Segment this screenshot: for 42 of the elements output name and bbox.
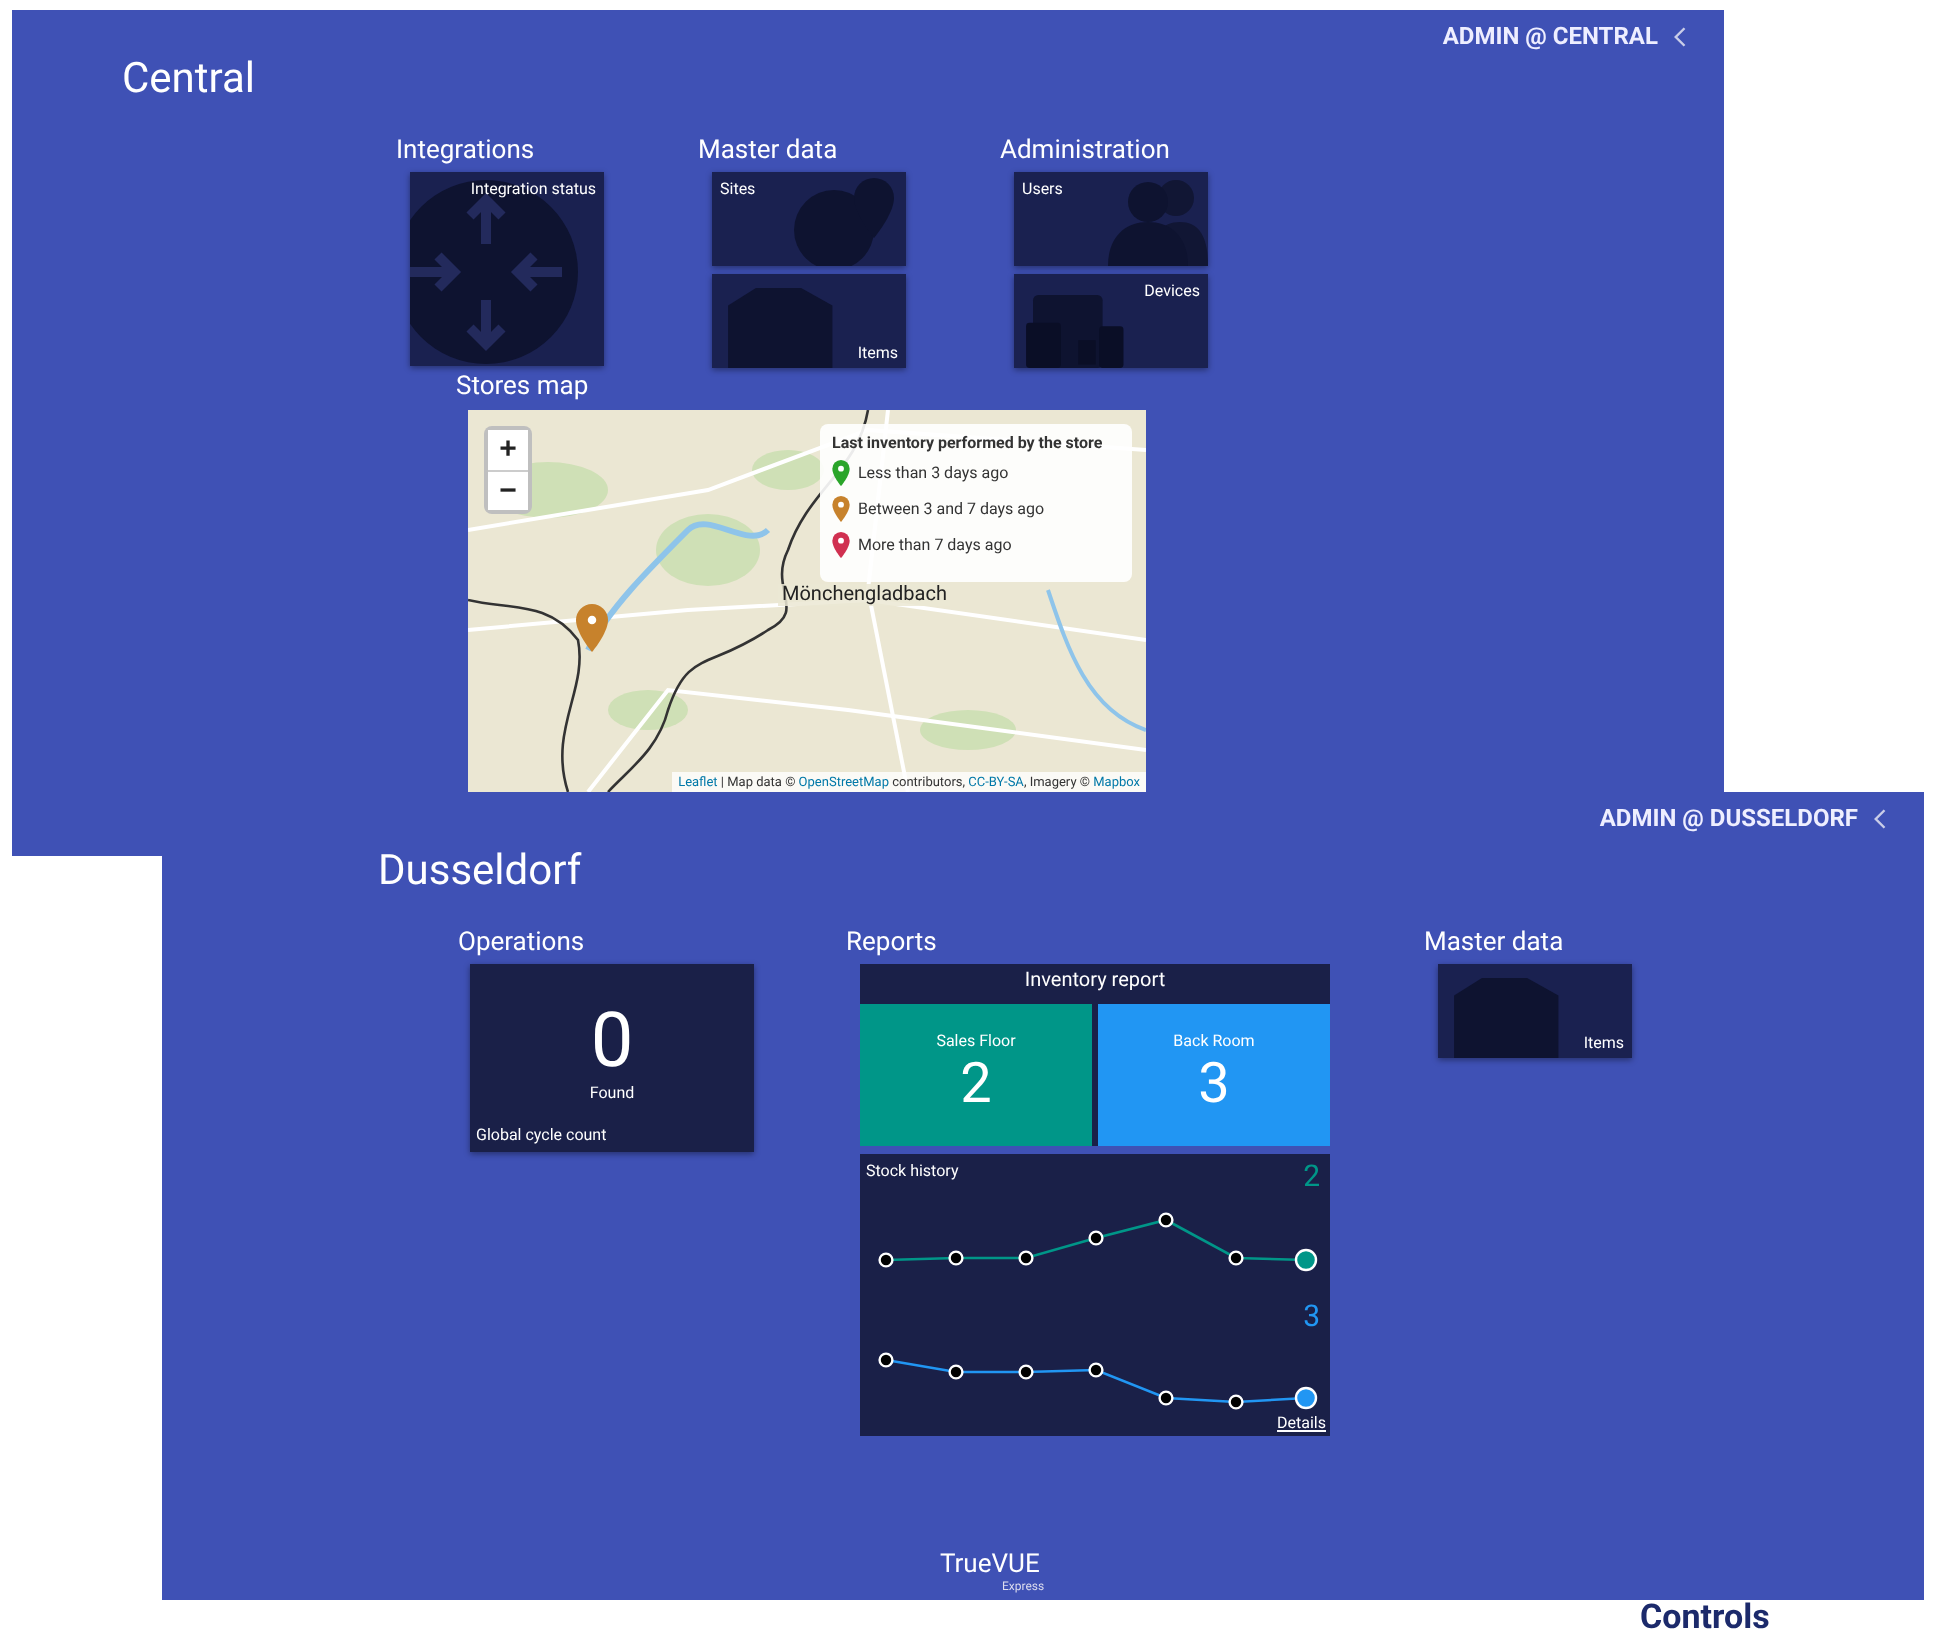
- section-title: Operations: [458, 928, 585, 958]
- card-label: Global cycle count: [476, 1126, 607, 1144]
- section-title: Administration: [1000, 136, 1170, 166]
- cycle-count-card[interactable]: 0 Found Global cycle count: [470, 964, 754, 1152]
- legend-title: Last inventory performed by the store: [832, 434, 1105, 452]
- zoom-out-button[interactable]: −: [488, 470, 528, 510]
- zone-label: Sales Floor: [936, 1032, 1016, 1050]
- series-value: 2: [1303, 1158, 1320, 1194]
- city-label: Mönchengladbach: [778, 584, 951, 606]
- menu-tile[interactable]: Sites: [712, 172, 906, 266]
- section-title: Master data: [698, 136, 838, 166]
- user-label[interactable]: ADMIN @ CENTRAL: [1442, 22, 1658, 50]
- menu-tile[interactable]: Items: [712, 274, 906, 368]
- page-title: Dusseldorf: [376, 848, 584, 896]
- user-label[interactable]: ADMIN @ DUSSELDORF: [1599, 804, 1858, 832]
- integration-status-tile[interactable]: Integration status: [410, 172, 604, 366]
- collapse-chevron-icon[interactable]: [1874, 807, 1888, 829]
- zone-tile[interactable]: Sales Floor 2: [860, 1004, 1092, 1146]
- collapse-chevron-icon[interactable]: [1674, 25, 1688, 47]
- legend-label: More than 7 days ago: [858, 536, 1012, 554]
- map-marker[interactable]: [576, 602, 608, 654]
- brand-name: TrueVUE: [940, 1550, 1040, 1580]
- report-title: Inventory report: [1022, 968, 1168, 996]
- details-link[interactable]: Details: [1277, 1414, 1326, 1432]
- series-value: 3: [1303, 1298, 1320, 1334]
- menu-tile[interactable]: Items: [1438, 964, 1632, 1058]
- legend-label: Between 3 and 7 days ago: [858, 500, 1045, 518]
- logo-text: Controls: [1640, 1598, 1770, 1634]
- zone-count: 2: [960, 1054, 992, 1114]
- section-title: Master data: [1424, 928, 1564, 958]
- count-value: 0: [590, 1004, 634, 1080]
- zone-count: 3: [1198, 1054, 1230, 1114]
- section-title: Reports: [846, 928, 937, 958]
- chart-title: Stock history: [866, 1162, 959, 1180]
- menu-tile[interactable]: Devices: [1014, 274, 1208, 368]
- menu-tile[interactable]: Users: [1014, 172, 1208, 266]
- section-title: Integrations: [396, 136, 535, 166]
- section-title: Stores map: [456, 372, 589, 402]
- count-unit: Found: [589, 1084, 635, 1102]
- page-title: Central: [120, 56, 258, 104]
- legend-label: Less than 3 days ago: [858, 464, 1009, 482]
- zone-label: Back Room: [1173, 1032, 1255, 1050]
